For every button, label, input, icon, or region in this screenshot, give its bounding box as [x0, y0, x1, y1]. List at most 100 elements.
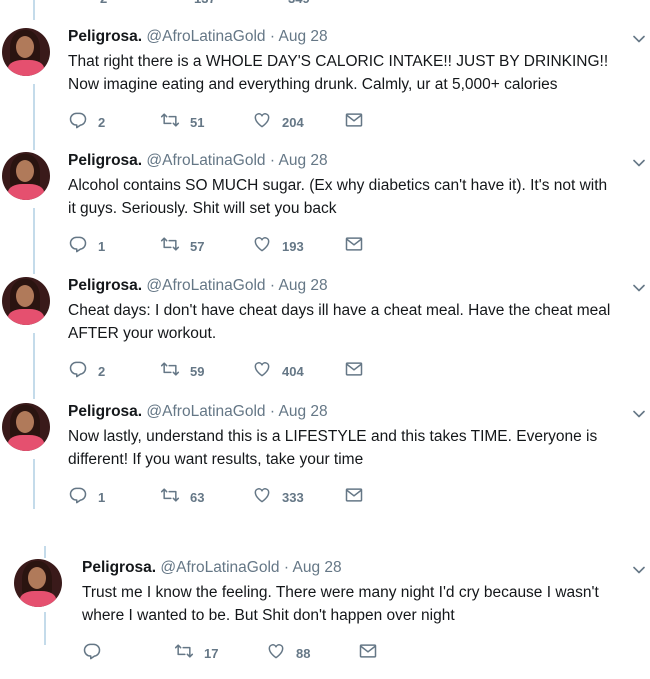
like-button[interactable]: 333	[252, 487, 304, 507]
like-button[interactable]: 193	[252, 236, 304, 256]
tweet[interactable]: Peligrosa. @AfroLatinaGold · Aug 28 That …	[0, 28, 650, 148]
message-icon	[344, 234, 364, 259]
avatar[interactable]	[2, 28, 50, 76]
like-count: 193	[282, 238, 304, 254]
like-icon	[252, 234, 272, 259]
tweet-header: Peligrosa. @AfroLatinaGold · Aug 28	[68, 277, 328, 295]
tweet-text-line: AFTER your workout.	[68, 325, 217, 342]
display-name[interactable]: Peligrosa.	[82, 559, 156, 576]
separator-dot: ·	[269, 28, 276, 45]
separator-dot: ·	[269, 152, 276, 169]
like-count: 349	[288, 0, 310, 6]
separator-dot: ·	[283, 559, 290, 576]
display-name[interactable]: Peligrosa.	[68, 403, 142, 420]
user-handle[interactable]: @AfroLatinaGold	[146, 152, 265, 169]
tweet-text-line: different! If you want results, take you…	[68, 451, 364, 468]
reply-button[interactable]: 1	[68, 487, 105, 507]
reply-button[interactable]: 1	[68, 236, 105, 256]
tweet-actions: 17 88	[82, 643, 402, 663]
chevron-down-icon[interactable]	[632, 407, 646, 421]
reply-button[interactable]: 2	[70, 0, 107, 8]
retweet-count: 137	[194, 0, 216, 6]
retweet-button[interactable]: 17	[174, 643, 218, 663]
tweet[interactable]: Peligrosa. @AfroLatinaGold · Aug 28 Now l…	[0, 403, 650, 523]
tweet[interactable]: Peligrosa. @AfroLatinaGold · Aug 28 Trust…	[0, 559, 650, 679]
avatar[interactable]	[2, 403, 50, 451]
direct-message-button[interactable]	[344, 112, 364, 132]
tweet-date[interactable]: Aug 28	[278, 152, 327, 169]
tweet-header: Peligrosa. @AfroLatinaGold · Aug 28	[82, 559, 342, 577]
tweet-date[interactable]: Aug 28	[278, 28, 327, 45]
user-handle[interactable]: @AfroLatinaGold	[146, 277, 265, 294]
retweet-icon	[160, 234, 180, 259]
retweet-count: 59	[190, 363, 205, 379]
tweet-date[interactable]: Aug 28	[278, 403, 327, 420]
separator-dot: ·	[269, 403, 276, 420]
tweet-header: Peligrosa. @AfroLatinaGold · Aug 28	[68, 152, 328, 170]
reply-count: 2	[98, 363, 106, 379]
reply-button[interactable]: 2	[68, 361, 105, 381]
user-handle[interactable]: @AfroLatinaGold	[160, 559, 279, 576]
avatar[interactable]	[2, 277, 50, 325]
retweet-button[interactable]: 51	[160, 112, 204, 132]
like-button[interactable]: 204	[252, 112, 304, 132]
user-handle[interactable]: @AfroLatinaGold	[146, 403, 265, 420]
reply-count: 1	[98, 238, 106, 254]
display-name[interactable]: Peligrosa.	[68, 152, 142, 169]
direct-message-button[interactable]	[344, 236, 364, 256]
like-icon	[252, 485, 272, 510]
tweet-actions: 2 59 404	[68, 361, 388, 381]
tweet-text-line: That right there is a WHOLE DAY'S CALORI…	[68, 53, 609, 70]
thread-line	[44, 546, 46, 558]
avatar[interactable]	[2, 152, 50, 200]
tweet-text-line: Trust me I know the feeling. There were …	[82, 584, 599, 601]
direct-message-button[interactable]	[358, 643, 378, 663]
chevron-down-icon[interactable]	[632, 32, 646, 46]
retweet-button[interactable]: 137	[162, 0, 216, 8]
reply-button[interactable]	[82, 643, 112, 663]
tweet-actions: 1 63 333	[68, 487, 388, 507]
like-button[interactable]: 404	[252, 361, 304, 381]
chevron-down-icon[interactable]	[632, 281, 646, 295]
retweet-count: 51	[190, 114, 205, 130]
tweet-date[interactable]: Aug 28	[292, 559, 341, 576]
tweet-text: Cheat days: I don't have cheat days ill …	[68, 299, 628, 345]
display-name[interactable]: Peligrosa.	[68, 277, 142, 294]
tweet-date[interactable]: Aug 28	[278, 277, 327, 294]
like-button[interactable]: 349	[256, 0, 310, 8]
reply-icon	[68, 234, 88, 259]
tweet-text-line: Now imagine eating and everything drunk.…	[68, 76, 558, 93]
display-name[interactable]: Peligrosa.	[68, 28, 142, 45]
reply-icon	[68, 110, 88, 135]
tweet-text: Alcohol contains SO MUCH sugar. (Ex why …	[68, 174, 628, 220]
retweet-button[interactable]: 59	[160, 361, 204, 381]
retweet-icon	[160, 359, 180, 384]
retweet-icon	[160, 485, 180, 510]
avatar[interactable]	[14, 559, 62, 607]
like-count: 204	[282, 114, 304, 130]
tweet-actions: 1 57 193	[68, 236, 388, 256]
direct-message-button[interactable]	[344, 487, 364, 507]
retweet-icon	[160, 110, 180, 135]
retweet-button[interactable]: 57	[160, 236, 204, 256]
like-count: 88	[296, 645, 311, 661]
retweet-button[interactable]: 63	[160, 487, 204, 507]
tweet-text-line: Now lastly, understand this is a LIFESTY…	[68, 428, 598, 445]
tweet-text: Now lastly, understand this is a LIFESTY…	[68, 425, 628, 471]
reply-icon	[82, 641, 102, 666]
retweet-count: 63	[190, 489, 205, 505]
chevron-down-icon[interactable]	[632, 563, 646, 577]
tweet-actions: 2 51 204	[68, 112, 388, 132]
message-icon	[344, 110, 364, 135]
like-icon	[252, 359, 272, 384]
chevron-down-icon[interactable]	[632, 156, 646, 170]
tweet[interactable]: Peligrosa. @AfroLatinaGold · Aug 28 Alcoh…	[0, 152, 650, 272]
user-handle[interactable]: @AfroLatinaGold	[146, 28, 265, 45]
direct-message-button[interactable]	[344, 361, 364, 381]
message-icon	[344, 485, 364, 510]
tweet[interactable]: Peligrosa. @AfroLatinaGold · Aug 28 Cheat…	[0, 277, 650, 397]
reply-button[interactable]: 2	[68, 112, 105, 132]
like-icon	[266, 641, 286, 666]
tweet-actions-partial: 2 137 349	[70, 0, 370, 8]
like-button[interactable]: 88	[266, 643, 310, 663]
